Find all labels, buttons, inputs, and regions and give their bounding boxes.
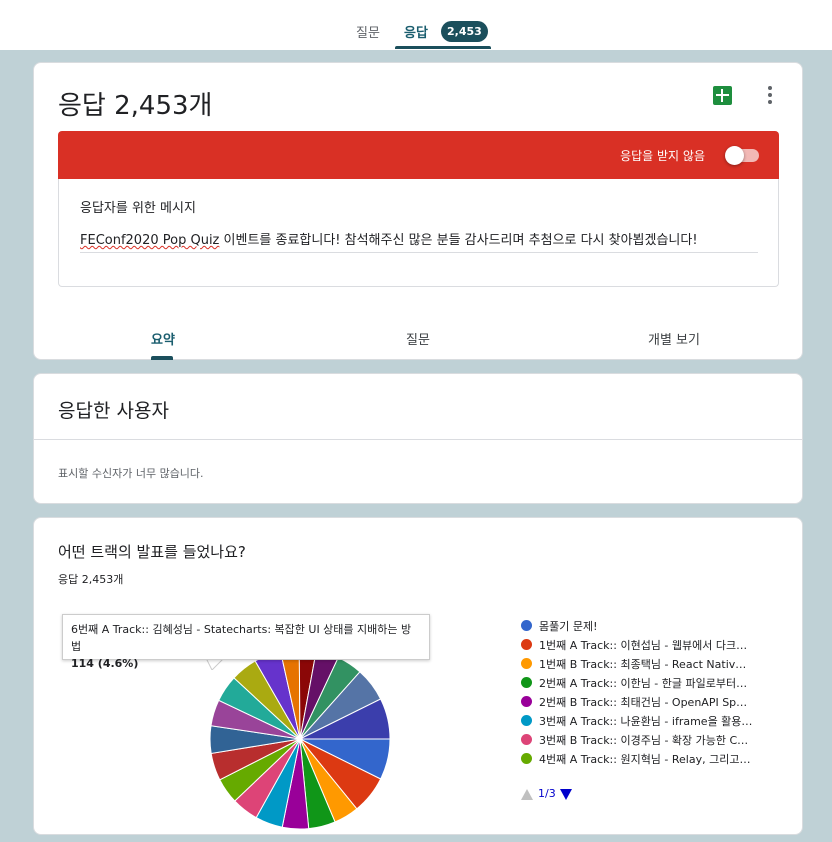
legend-item[interactable]: 2번째 B Track:: 최태건님 - OpenAPI Sp…: [521, 693, 771, 712]
legend-label: 4번째 A Track:: 원지혁님 - Relay, 그리고…: [539, 753, 751, 766]
legend-swatch: [521, 620, 532, 631]
legend-swatch: [521, 734, 532, 745]
not-accepting-banner: 응답을 받지 않음: [58, 131, 779, 179]
legend-label: 3번째 A Track:: 나윤환님 - iframe을 활용…: [539, 715, 753, 728]
legend-swatch: [521, 715, 532, 726]
respondent-message-box: 응답자를 위한 메시지 FEConf2020 Pop Quiz 이벤트를 종료합…: [58, 179, 779, 287]
respondent-message-field[interactable]: FEConf2020 Pop Quiz 이벤트를 종료합니다! 참석해주신 많은…: [80, 229, 758, 253]
top-tab-bar: 질문 응답 2,453: [0, 0, 832, 50]
legend-swatch: [521, 753, 532, 764]
legend-swatch: [521, 639, 532, 650]
legend-item[interactable]: 2번째 A Track:: 이한님 - 한글 파일로부터…: [521, 674, 771, 693]
previous-page-icon[interactable]: [521, 789, 533, 800]
respondents-note: 표시할 수신자가 너무 많습니다.: [58, 467, 204, 480]
respondent-message-label: 응답자를 위한 메시지: [80, 201, 196, 216]
tab-responses[interactable]: 응답: [404, 22, 428, 41]
legend-swatch: [521, 696, 532, 707]
legend-label: 1번째 B Track:: 최종택님 - React Native…: [539, 658, 753, 671]
more-options-icon[interactable]: [760, 85, 780, 107]
next-page-icon[interactable]: [560, 789, 572, 800]
legend-swatch: [521, 658, 532, 669]
legend-label: 2번째 A Track:: 이한님 - 한글 파일로부터…: [539, 677, 748, 690]
active-tab-indicator: [395, 46, 491, 49]
respondents-title: 응답한 사용자: [58, 400, 169, 422]
legend-label: 2번째 B Track:: 최태건님 - OpenAPI Sp…: [539, 696, 748, 709]
page-title: 응답 2,453개: [58, 91, 213, 121]
question-response-count: 응답 2,453개: [58, 573, 124, 586]
legend-label: 3번째 B Track:: 이경주님 - 확장 가능한 C…: [539, 734, 749, 747]
legend-item[interactable]: 3번째 A Track:: 나윤환님 - iframe을 활용…: [521, 712, 771, 731]
tab-question[interactable]: 질문: [406, 329, 430, 348]
tab-questions[interactable]: 질문: [356, 22, 380, 41]
legend-label: 몸풀기 문제!: [539, 620, 598, 633]
pie-chart[interactable]: [209, 648, 391, 830]
accepting-responses-label: 응답을 받지 않음: [620, 149, 705, 163]
chart-tooltip: 6번째 A Track:: 김혜성님 - Statecharts: 복잡한 UI…: [62, 614, 430, 670]
legend-item[interactable]: 몸풀기 문제!: [521, 617, 771, 636]
question-title: 어떤 트랙의 발표를 들었나요?: [58, 543, 246, 561]
tooltip-value: 114 (4.6%): [71, 657, 139, 670]
summary-tab-indicator: [151, 356, 173, 360]
tab-summary[interactable]: 요약: [151, 329, 175, 348]
legend-label: 1번째 A Track:: 이현섭님 - 웹뷰에서 다크…: [539, 639, 748, 652]
responses-count-badge: 2,453: [441, 21, 488, 42]
tab-individual[interactable]: 개별 보기: [648, 329, 700, 348]
responses-summary-card: 응답 2,453개 응답을 받지 않음 응답자를 위한 메시지 FEConf20…: [33, 62, 803, 360]
respondents-card: 응답한 사용자 표시할 수신자가 너무 많습니다.: [33, 373, 803, 504]
legend-item[interactable]: 3번째 B Track:: 이경주님 - 확장 가능한 C…: [521, 731, 771, 750]
legend-item[interactable]: 4번째 A Track:: 원지혁님 - Relay, 그리고…: [521, 750, 771, 769]
google-sheets-icon[interactable]: [713, 86, 732, 105]
question-summary-card: 어떤 트랙의 발표를 들었나요? 응답 2,453개 6번째 A Track::…: [33, 517, 803, 835]
misspelled-text: FEConf2020 Pop Quiz: [80, 233, 220, 248]
pager-text: 1/3: [538, 787, 556, 800]
accepting-responses-toggle[interactable]: [725, 146, 759, 165]
tooltip-label: 6번째 A Track:: 김혜성님 - Statecharts: 복잡한 UI…: [71, 623, 412, 653]
legend-swatch: [521, 677, 532, 688]
message-text: 이벤트를 종료합니다! 참석해주신 많은 분들 감사드리며 추첨으로 다시 찾아…: [219, 233, 698, 248]
legend-item[interactable]: 1번째 A Track:: 이현섭님 - 웹뷰에서 다크…: [521, 636, 771, 655]
divider: [34, 439, 802, 440]
legend-item[interactable]: 1번째 B Track:: 최종택님 - React Native…: [521, 655, 771, 674]
toggle-knob: [725, 146, 744, 165]
